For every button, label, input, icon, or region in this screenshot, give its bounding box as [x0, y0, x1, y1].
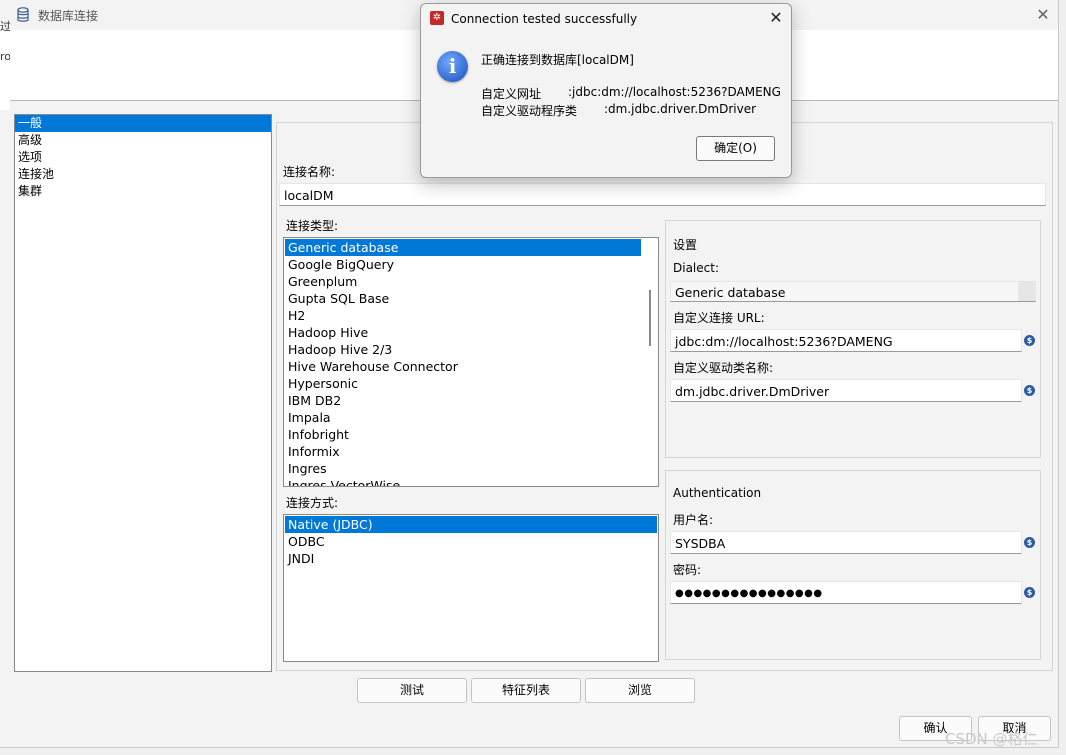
category-advanced[interactable]: 高级 [15, 132, 271, 149]
dialog-url-label: 自定义网址 [481, 87, 542, 101]
category-list[interactable]: 一般 高级 选项 连接池 集群 [14, 114, 272, 672]
connection-type-item[interactable]: H2 [285, 307, 641, 324]
custom-url-input[interactable]: jdbc:dm://localhost:5236?DAMENG [670, 329, 1022, 352]
dialog-ok-button[interactable]: 确定(O) [696, 136, 775, 161]
window-close-button[interactable]: ✕ [1030, 2, 1056, 28]
category-general[interactable]: 一般 [15, 115, 271, 132]
variable-icon[interactable]: $ [1024, 537, 1035, 548]
information-icon: i [437, 51, 468, 82]
settings-title: 设置 [673, 238, 698, 252]
connection-type-label: 连接类型: [286, 219, 339, 233]
variable-icon[interactable]: $ [1024, 385, 1035, 396]
connection-type-item[interactable]: Hive Warehouse Connector [285, 358, 641, 375]
access-method-item[interactable]: Native (JDBC) [285, 516, 657, 533]
database-icon [17, 7, 29, 22]
category-options[interactable]: 选项 [15, 149, 271, 166]
category-pooling[interactable]: 连接池 [15, 166, 271, 183]
access-method-label: 连接方式: [286, 496, 339, 510]
password-label: 密码: [673, 563, 702, 577]
connection-type-item[interactable]: Impala [285, 409, 641, 426]
custom-url-label: 自定义连接 URL: [673, 311, 765, 325]
connection-type-item[interactable]: Generic database [285, 239, 641, 256]
dialog-title: Connection tested successfully [451, 12, 638, 26]
authentication-title: Authentication [673, 486, 762, 500]
window-title: 数据库连接 [38, 9, 99, 23]
username-label: 用户名: [673, 513, 714, 527]
custom-driver-input[interactable]: dm.jdbc.driver.DmDriver [670, 379, 1022, 402]
dialect-label: Dialect: [673, 261, 719, 275]
connection-type-scrollbar[interactable] [649, 290, 651, 346]
custom-driver-label: 自定义驱动类名称: [673, 361, 774, 375]
connection-type-item[interactable]: Google BigQuery [285, 256, 641, 273]
test-button[interactable]: 测试 [357, 678, 467, 703]
dialog-message: 正确连接到数据库[localDM] [481, 53, 634, 67]
password-input[interactable]: ●●●●●●●●●●●●●●●● [670, 581, 1022, 604]
connection-type-item[interactable]: Hadoop Hive [285, 324, 641, 341]
watermark-text: CSDN @格仁 [945, 730, 1038, 748]
dialog-close-button[interactable]: ✕ [765, 7, 787, 29]
feature-list-button[interactable]: 特征列表 [471, 678, 581, 703]
access-method-item[interactable]: JNDI [285, 550, 657, 567]
connection-type-item[interactable]: Gupta SQL Base [285, 290, 641, 307]
explore-button[interactable]: 浏览 [585, 678, 695, 703]
connection-success-dialog: ✲ Connection tested successfully ✕ i 正确连… [420, 3, 792, 178]
access-method-item[interactable]: ODBC [285, 533, 657, 550]
connection-type-item[interactable]: Ingres VectorWise [285, 477, 641, 486]
connection-type-list[interactable]: Generic database Google BigQuery Greenpl… [283, 237, 659, 487]
access-method-list[interactable]: Native (JDBC) ODBC JNDI [283, 514, 659, 662]
dialog-driver-label: 自定义驱动程序类 [481, 104, 578, 118]
connection-name-label: 连接名称: [283, 165, 336, 179]
connection-type-item[interactable]: Hadoop Hive 2/3 [285, 341, 641, 358]
connection-type-item[interactable]: Infobright [285, 426, 641, 443]
dialog-url-value: :jdbc:dm://localhost:5236?DAMENG [568, 85, 781, 99]
dialog-driver-value: :dm.jdbc.driver.DmDriver [604, 102, 757, 116]
connection-type-item[interactable]: Ingres [285, 460, 641, 477]
connection-type-item[interactable]: IBM DB2 [285, 392, 641, 409]
connection-type-item[interactable]: Informix [285, 443, 641, 460]
background-window-strip: 过 ro [0, 20, 11, 110]
dialect-dropdown-button[interactable] [1018, 282, 1035, 301]
connection-name-input[interactable]: localDM [279, 183, 1046, 206]
variable-icon[interactable]: $ [1024, 335, 1035, 346]
dialect-select[interactable]: Generic database [670, 281, 1036, 302]
username-input[interactable]: SYSDBA [670, 531, 1022, 554]
application-icon: ✲ [430, 11, 444, 25]
variable-icon[interactable]: $ [1024, 587, 1035, 598]
category-clustering[interactable]: 集群 [15, 183, 271, 200]
connection-type-item[interactable]: Greenplum [285, 273, 641, 290]
connection-type-item[interactable]: Hypersonic [285, 375, 641, 392]
